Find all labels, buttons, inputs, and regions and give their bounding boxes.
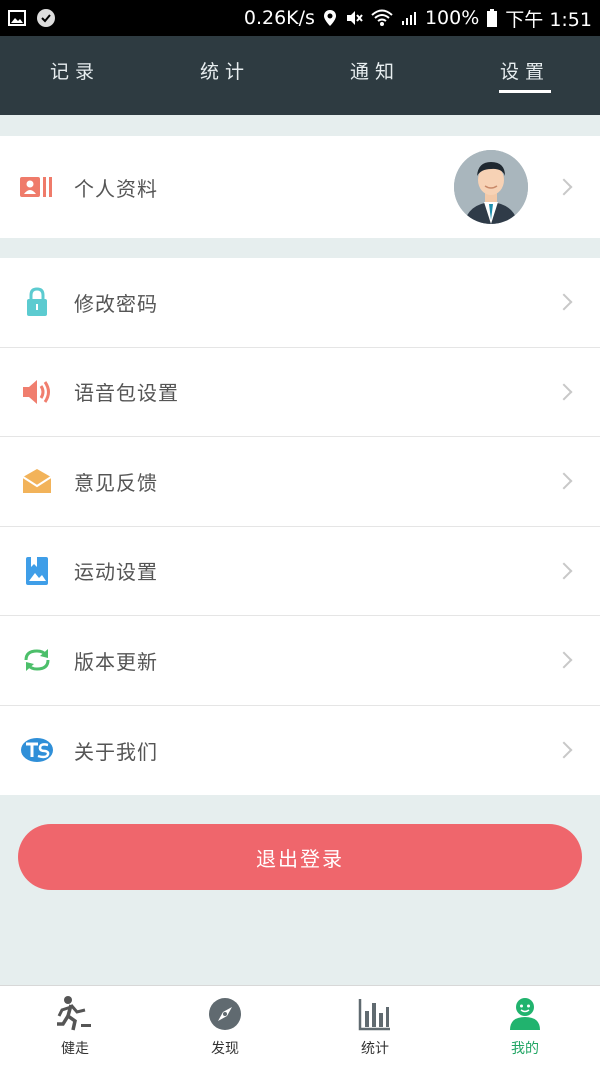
bar-chart-icon — [355, 994, 395, 1034]
speaker-icon — [20, 375, 54, 409]
tab-statistics[interactable]: 统计 — [150, 36, 300, 115]
compass-icon — [205, 994, 245, 1034]
wifi-icon — [371, 9, 393, 27]
lock-icon — [20, 285, 54, 319]
menu-label: 语音包设置 — [74, 381, 179, 406]
chevron-right-icon — [555, 651, 573, 669]
envelope-icon — [20, 464, 54, 498]
chevron-right-icon — [555, 293, 573, 311]
menu-label: 运动设置 — [74, 560, 158, 585]
tab-notifications[interactable]: 通知 — [300, 36, 450, 115]
settings-menu: 修改密码 语音包设置 意见反馈 运动设置 版本更新 关于我们 — [0, 258, 600, 795]
bottom-nav: 健走 发现 统计 我的 — [0, 985, 600, 1067]
refresh-icon — [20, 643, 54, 677]
menu-item-change-password[interactable]: 修改密码 — [0, 258, 600, 348]
id-card-icon — [20, 170, 54, 204]
network-speed: 0.26K/s — [243, 7, 315, 29]
avatar[interactable] — [454, 150, 528, 224]
chevron-right-icon — [555, 741, 573, 759]
menu-label: 意见反馈 — [74, 470, 158, 495]
menu-item-version-update[interactable]: 版本更新 — [0, 616, 600, 706]
menu-label: 关于我们 — [74, 739, 158, 764]
bookmark-image-icon — [20, 554, 54, 588]
mute-icon — [345, 9, 363, 27]
bottom-nav-walk[interactable]: 健走 — [0, 986, 150, 1067]
gallery-icon — [8, 10, 26, 26]
bottom-nav-mine[interactable]: 我的 — [450, 986, 600, 1067]
logout-button[interactable]: 退出登录 — [18, 824, 582, 890]
bottom-nav-label: 发现 — [211, 1041, 239, 1057]
chevron-right-icon — [555, 383, 573, 401]
top-tab-bar: 记录 统计 通知 设置 — [0, 36, 600, 115]
status-bar: 0.26K/s 100% 下午 1:51 — [0, 0, 600, 36]
menu-item-exercise-settings[interactable]: 运动设置 — [0, 527, 600, 616]
profile-label: 个人资料 — [74, 176, 158, 201]
clock: 下午 1:51 — [505, 8, 592, 31]
logo-icon — [20, 733, 54, 767]
bottom-nav-label: 健走 — [61, 1041, 89, 1057]
runner-icon — [55, 994, 95, 1034]
menu-item-voice-pack[interactable]: 语音包设置 — [0, 348, 600, 437]
tab-settings[interactable]: 设置 — [450, 36, 600, 115]
chevron-right-icon — [555, 472, 573, 490]
chevron-right-icon — [555, 178, 573, 196]
chevron-right-icon — [555, 562, 573, 580]
bottom-nav-statistics[interactable]: 统计 — [300, 986, 450, 1067]
bottom-nav-label: 统计 — [361, 1041, 389, 1057]
app-badge-icon — [36, 8, 56, 28]
menu-label: 修改密码 — [74, 291, 158, 316]
menu-item-feedback[interactable]: 意见反馈 — [0, 437, 600, 527]
menu-item-about-us[interactable]: 关于我们 — [0, 706, 600, 796]
menu-label: 版本更新 — [74, 649, 158, 674]
location-icon — [323, 9, 337, 27]
user-icon — [505, 994, 545, 1034]
bottom-nav-discover[interactable]: 发现 — [150, 986, 300, 1067]
tab-records[interactable]: 记录 — [0, 36, 150, 115]
profile-row[interactable]: 个人资料 — [0, 136, 600, 238]
bottom-nav-label: 我的 — [511, 1041, 539, 1057]
battery-icon — [487, 9, 498, 27]
battery-percent: 100% — [424, 7, 480, 29]
signal-icon — [401, 10, 417, 26]
